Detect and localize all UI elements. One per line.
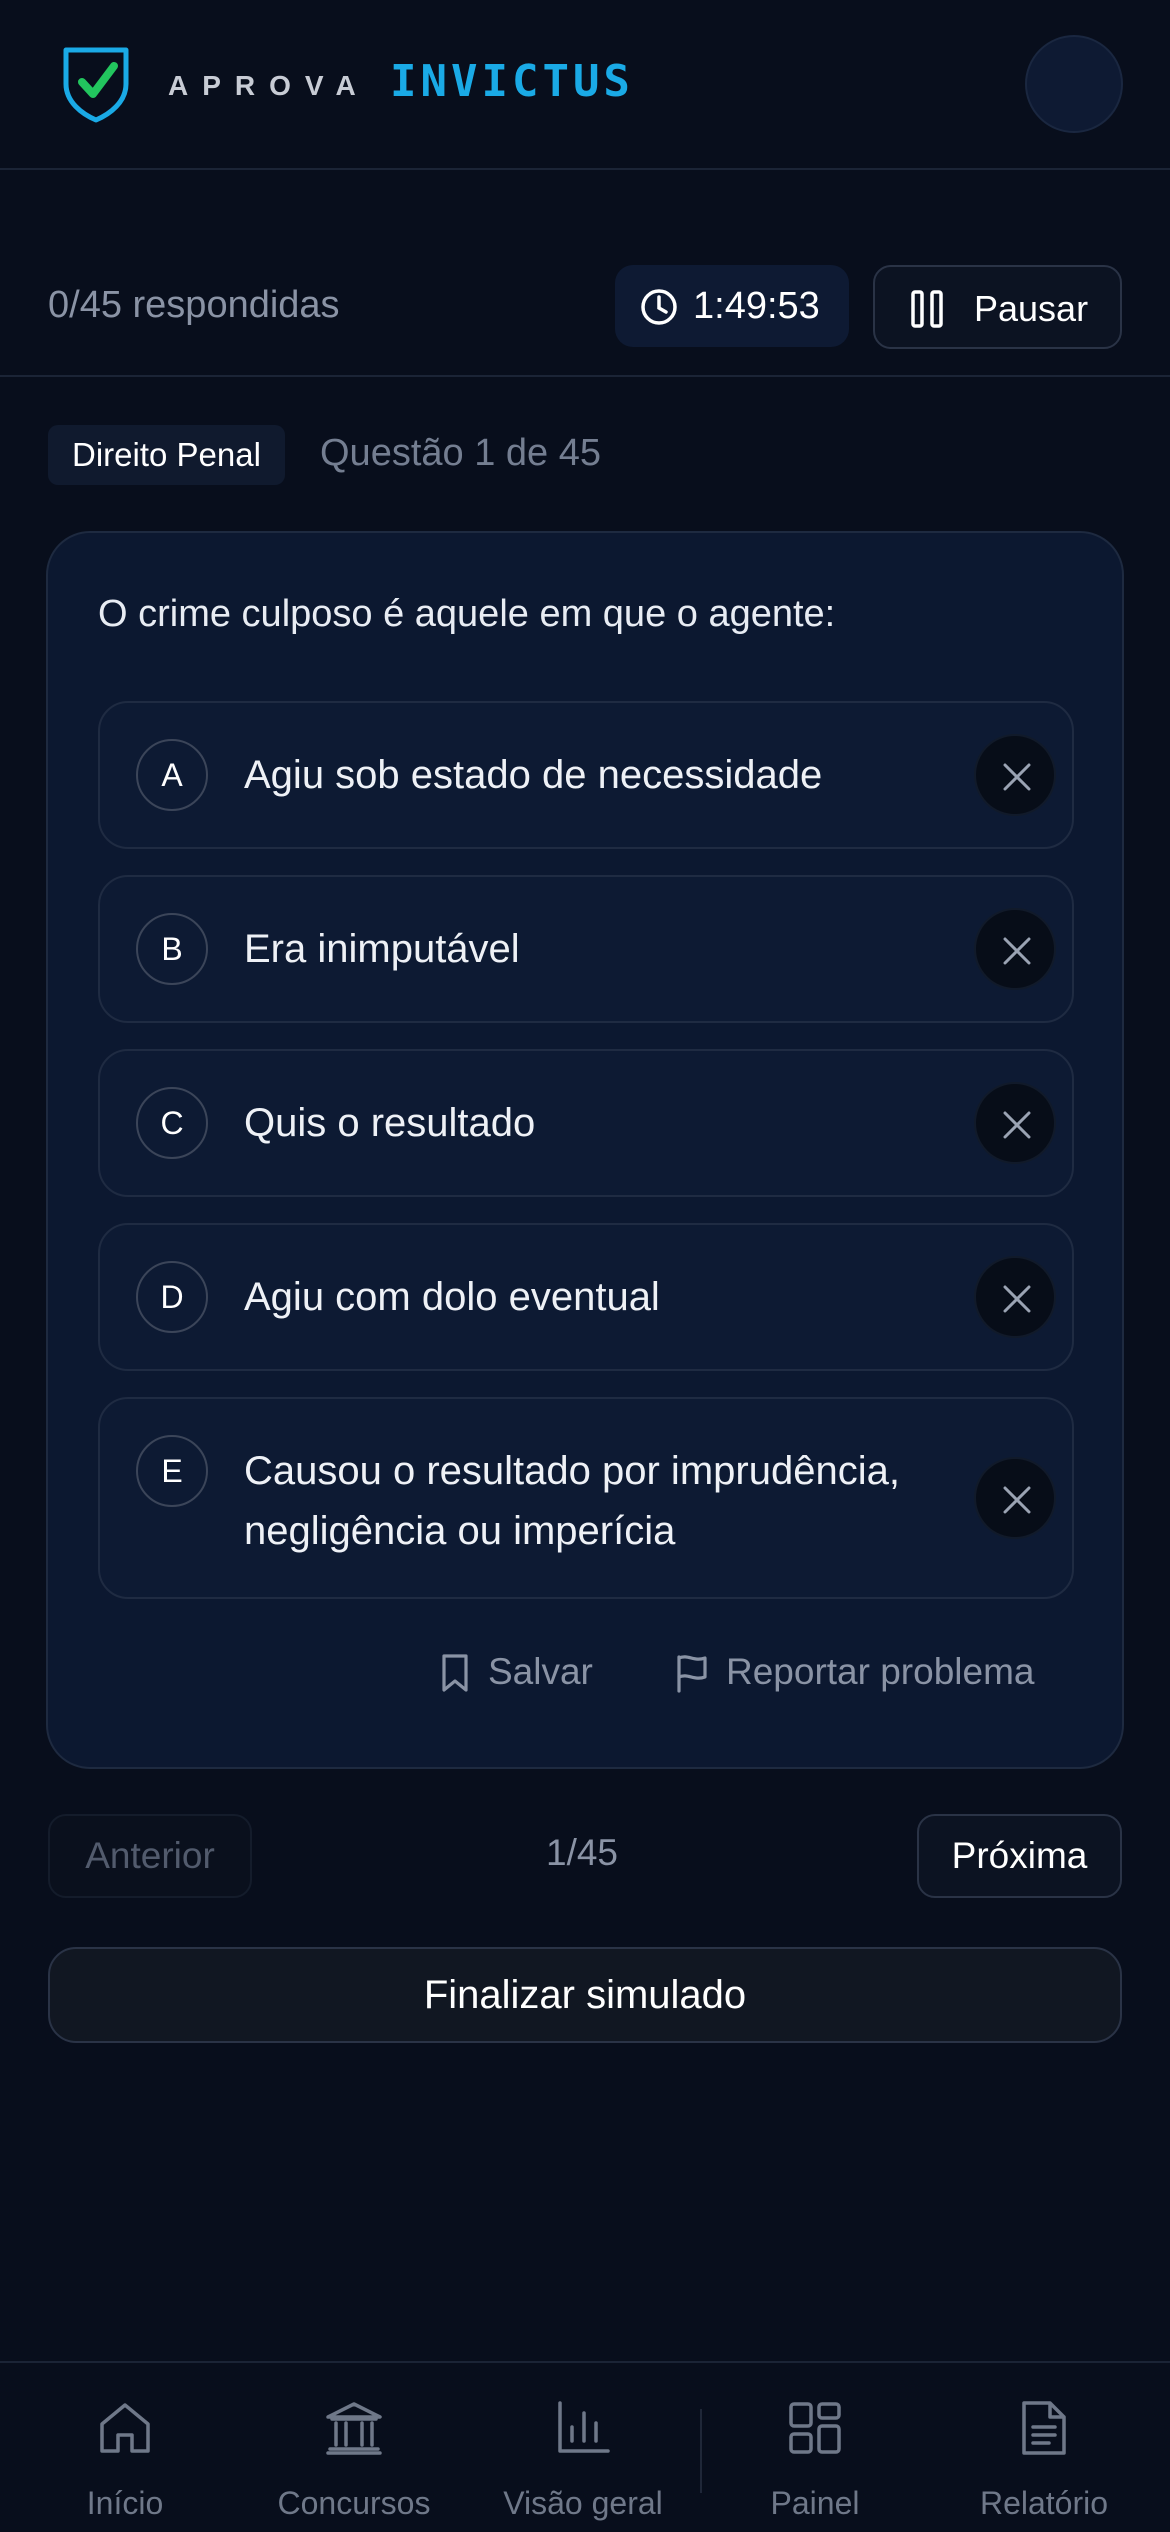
question-number: Questão 1 de 45: [320, 432, 601, 474]
nav-label: Início: [86, 2485, 164, 2521]
option-letter: C: [136, 1087, 208, 1159]
nav-item-relatorio[interactable]: Relatório: [929, 2363, 1159, 2532]
option-letter: B: [136, 913, 208, 985]
previous-button[interactable]: Anterior: [48, 1814, 252, 1898]
finish-exam-button[interactable]: Finalizar simulado: [48, 1947, 1122, 2043]
nav-item-painel[interactable]: Painel: [700, 2363, 930, 2532]
nav-label: Visão geral: [503, 2485, 663, 2521]
shield-check-icon: [63, 47, 129, 123]
eliminate-option-button[interactable]: [974, 1082, 1056, 1164]
nav-label: Painel: [770, 2485, 860, 2521]
close-icon: [1003, 937, 1031, 965]
brand-name-secondary: INVICTUS: [390, 56, 634, 107]
close-icon: [1003, 1486, 1031, 1514]
flag-icon: [677, 1655, 707, 1693]
option-text: Agiu com dolo eventual: [244, 1275, 660, 1319]
nav-label: Relatório: [979, 2485, 1109, 2521]
avatar[interactable]: [1025, 35, 1123, 133]
app-screen: APROVA INVICTUS 0/45 respondidas 1:49:53…: [0, 0, 1170, 2532]
eliminate-option-button[interactable]: [974, 908, 1056, 990]
dashboard-icon: [789, 2402, 841, 2454]
bar-chart-icon: [558, 2401, 610, 2453]
bottom-navigation: Início Concursos Visão geral Painel Rela…: [0, 2361, 1170, 2532]
nav-item-concursos[interactable]: Concursos: [239, 2363, 469, 2532]
save-label: Salvar: [488, 1651, 593, 1692]
option-d[interactable]: D Agiu com dolo eventual: [98, 1223, 1074, 1371]
pause-icon: [911, 290, 943, 328]
top-header: APROVA INVICTUS: [0, 0, 1170, 170]
eliminate-option-button[interactable]: [974, 734, 1056, 816]
nav-item-inicio[interactable]: Início: [10, 2363, 240, 2532]
eliminate-option-button[interactable]: [974, 1256, 1056, 1338]
next-button[interactable]: Próxima: [917, 1814, 1122, 1898]
option-letter: D: [136, 1261, 208, 1333]
option-a[interactable]: A Agiu sob estado de necessidade: [98, 701, 1074, 849]
home-icon: [100, 2403, 150, 2453]
bookmark-icon: [442, 1654, 468, 1692]
close-icon: [1003, 1285, 1031, 1313]
pause-label: Pausar: [974, 288, 1089, 329]
answered-count: 0/45 respondidas: [48, 284, 340, 326]
brand-name-primary: APROVA: [168, 70, 370, 101]
clock-icon: [641, 289, 677, 325]
option-b[interactable]: B Era inimputável: [98, 875, 1074, 1023]
option-text-line-1: Causou o resultado por imprudência,: [244, 1449, 900, 1493]
timer: 1:49:53: [615, 265, 849, 347]
option-c[interactable]: C Quis o resultado: [98, 1049, 1074, 1197]
close-icon: [1003, 763, 1031, 791]
exam-status-bar: 0/45 respondidas 1:49:53 Pausar: [0, 172, 1170, 377]
close-icon: [1003, 1111, 1031, 1139]
nav-item-visao-geral[interactable]: Visão geral: [468, 2363, 698, 2532]
document-icon: [1022, 2401, 1066, 2455]
option-letter: E: [136, 1435, 208, 1507]
nav-label: Concursos: [277, 2485, 431, 2521]
subject-badge: Direito Penal: [48, 425, 285, 485]
option-text-line-2: negligência ou imperícia: [244, 1509, 676, 1553]
question-text: O crime culposo é aquele em que o agente…: [98, 593, 836, 635]
bank-icon: [326, 2402, 382, 2455]
option-text: Agiu sob estado de necessidade: [244, 753, 823, 797]
option-text: Quis o resultado: [244, 1101, 536, 1145]
report-label: Reportar problema: [726, 1651, 1035, 1692]
question-counter: 1/45: [546, 1832, 619, 1873]
pause-button[interactable]: Pausar: [873, 265, 1122, 349]
option-text: Era inimputável: [244, 927, 520, 971]
option-e[interactable]: E Causou o resultado por imprudência, ne…: [98, 1397, 1074, 1599]
question-card: O crime culposo é aquele em que o agente…: [46, 531, 1124, 1769]
option-letter: A: [136, 739, 208, 811]
eliminate-option-button[interactable]: [974, 1457, 1056, 1539]
timer-value: 1:49:53: [693, 285, 820, 327]
